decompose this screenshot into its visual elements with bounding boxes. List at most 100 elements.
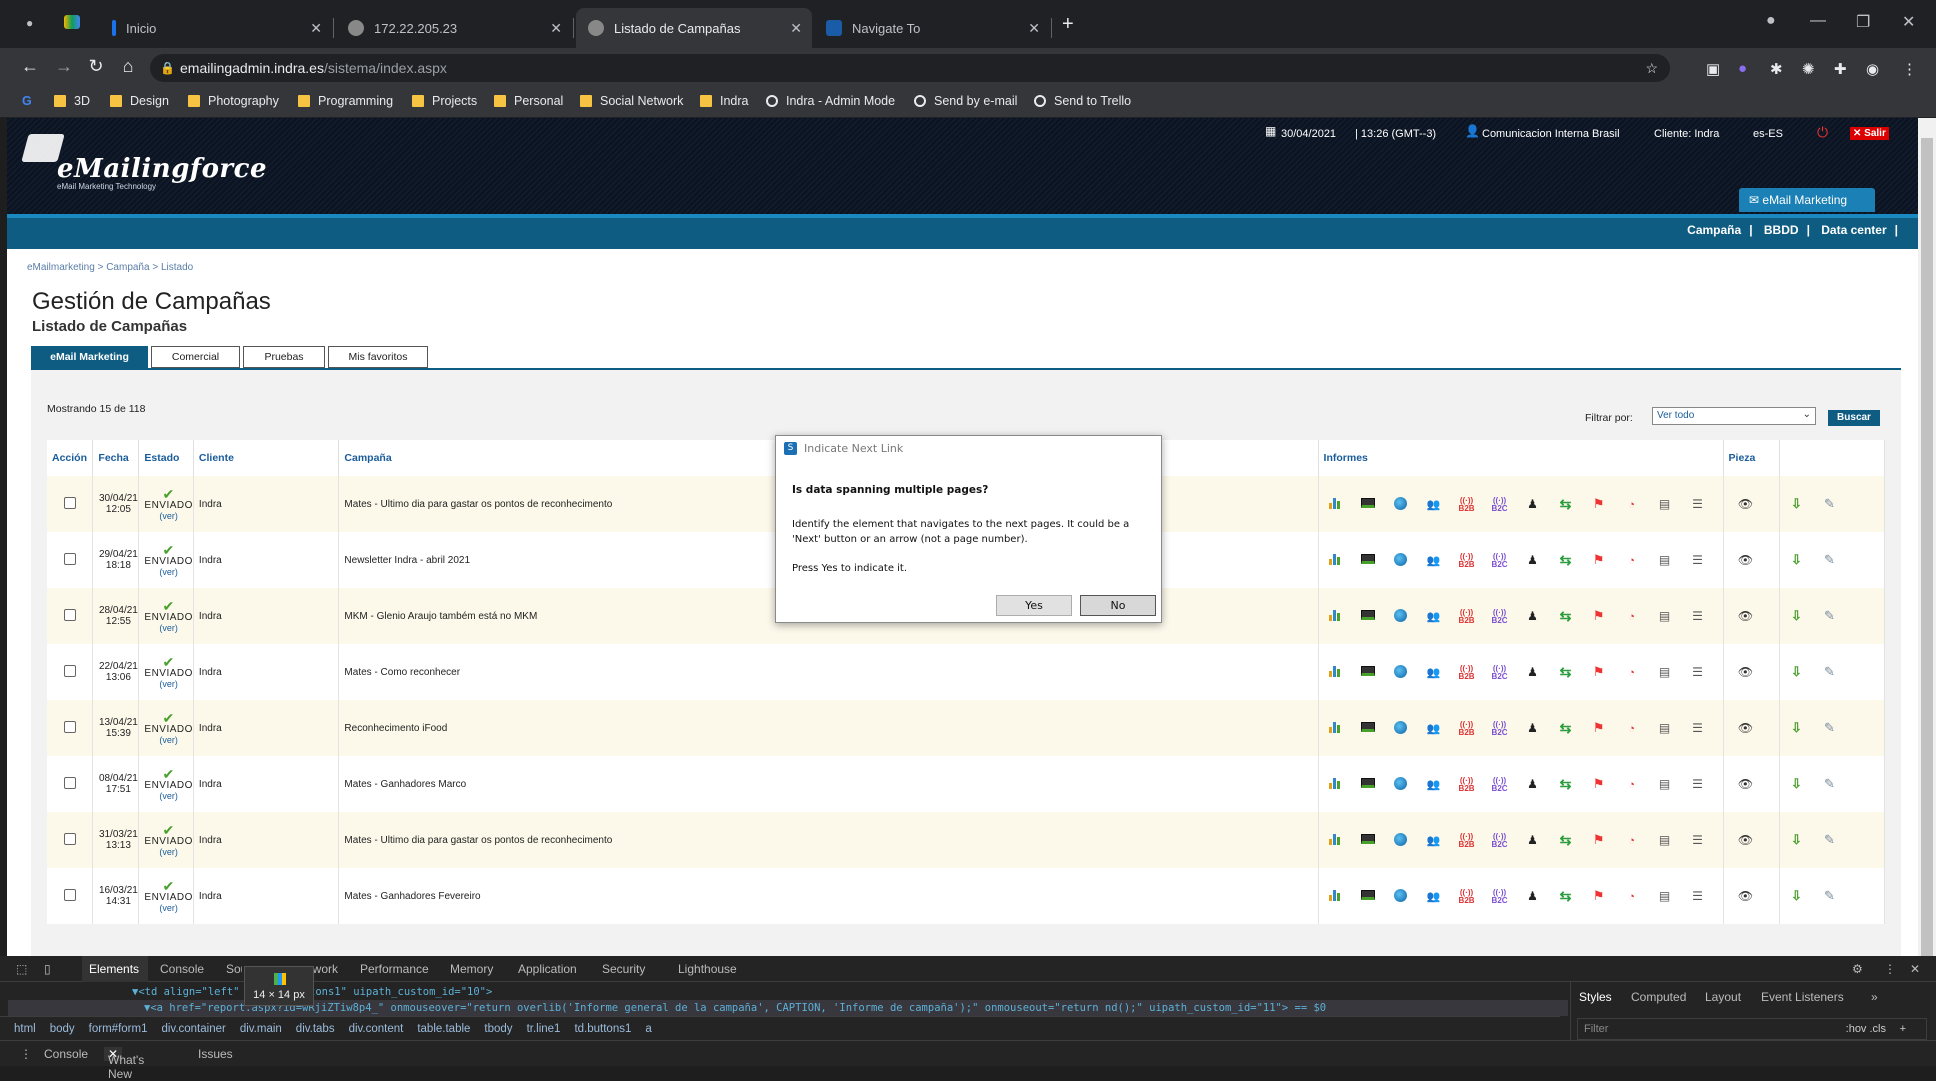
inspect-icon[interactable]: ⬚ xyxy=(16,962,27,976)
eye-icon[interactable]: 👁 xyxy=(1738,833,1754,847)
b2c-icon[interactable]: ((·)) B2C xyxy=(1492,665,1508,681)
tab-search-icon[interactable]: ● xyxy=(26,16,33,30)
drawer-tab-console[interactable]: Console xyxy=(44,1047,88,1061)
edit-icon[interactable]: ✎ xyxy=(1821,553,1837,567)
flag-icon[interactable]: ⚑ xyxy=(1591,497,1607,511)
dom-path-item[interactable]: tbody xyxy=(484,1023,512,1035)
styles-tab[interactable]: Styles xyxy=(1579,990,1612,1004)
dom-path-item[interactable]: table.table xyxy=(417,1023,470,1035)
drawer-tab-whats-new[interactable]: What's New ✕ xyxy=(104,1047,144,1081)
row-checkbox[interactable] xyxy=(64,608,76,621)
edit-icon[interactable]: ✎ xyxy=(1821,665,1837,679)
gear-icon[interactable]: ⚙ xyxy=(1852,962,1863,976)
flag-icon[interactable]: ⚑ xyxy=(1591,889,1607,903)
person-icon[interactable]: ♟ xyxy=(1525,889,1541,903)
dom-path-item[interactable]: div.content xyxy=(349,1023,404,1035)
styles-filter-input[interactable]: Filter:hov .cls + xyxy=(1577,1018,1927,1040)
computed-tab[interactable]: Computed xyxy=(1631,990,1686,1004)
layout-tab[interactable]: Layout xyxy=(1705,990,1741,1004)
delete-report-icon[interactable]: ▤ xyxy=(1657,609,1673,623)
users-icon[interactable]: 👥 xyxy=(1426,497,1442,511)
b2c-icon[interactable]: ((·)) B2C xyxy=(1492,553,1508,569)
menu-icon[interactable]: ⋮ xyxy=(1902,60,1917,78)
flag-icon[interactable]: ⚑ xyxy=(1591,553,1607,567)
globe-icon[interactable] xyxy=(1393,721,1409,735)
refresh-icon[interactable]: ⇆ xyxy=(1558,889,1574,903)
eye-icon[interactable]: 👁 xyxy=(1738,777,1754,791)
bookmark-folder[interactable]: Programming xyxy=(298,94,393,108)
row-client-link[interactable]: Indra xyxy=(193,700,340,756)
logout-button[interactable]: ✕ Salir xyxy=(1850,127,1889,140)
forward-button[interactable]: → xyxy=(52,56,76,77)
monitor-icon[interactable] xyxy=(1360,553,1376,567)
minimize-button[interactable]: — xyxy=(1810,12,1826,30)
eye-icon[interactable]: 👁 xyxy=(1738,553,1754,567)
b2c-icon[interactable]: ((·)) B2C xyxy=(1492,777,1508,793)
users-icon[interactable]: 👥 xyxy=(1426,665,1442,679)
extension-icon[interactable]: ✺ xyxy=(1802,60,1815,78)
delete-report-icon[interactable]: ▤ xyxy=(1657,721,1673,735)
eye-icon[interactable]: 👁 xyxy=(1738,665,1754,679)
edit-icon[interactable]: ✎ xyxy=(1821,833,1837,847)
filter-tools[interactable]: :hov .cls xyxy=(1846,1019,1886,1039)
globe-icon[interactable] xyxy=(1393,833,1409,847)
extension-icon[interactable]: ● xyxy=(1738,60,1747,77)
flag-icon[interactable]: ⚑ xyxy=(1591,665,1607,679)
bar-chart-icon[interactable] xyxy=(1327,497,1343,511)
b2b-icon[interactable]: ((·)) B2B xyxy=(1459,665,1475,681)
list-icon[interactable]: ☰ xyxy=(1690,497,1706,511)
delete-report-icon[interactable]: ▤ xyxy=(1657,497,1673,511)
eye-icon[interactable]: 👁 xyxy=(1738,497,1754,511)
refresh-icon[interactable]: ⇆ xyxy=(1558,721,1574,735)
status-view-link[interactable]: (ver) xyxy=(144,511,193,521)
b2b-icon[interactable]: ((·)) B2B xyxy=(1459,497,1475,513)
home-button[interactable]: ⌂ xyxy=(116,56,140,77)
bookmark-folder[interactable]: Social Network xyxy=(580,94,683,108)
bookmark-folder[interactable]: Personal xyxy=(494,94,563,108)
globe-icon[interactable] xyxy=(1393,665,1409,679)
delete-report-icon[interactable]: ▤ xyxy=(1657,553,1673,567)
bar-chart-icon[interactable] xyxy=(1327,777,1343,791)
header-locale[interactable]: es-ES xyxy=(1753,128,1783,140)
close-icon[interactable]: ✕ xyxy=(550,20,562,37)
bar-chart-icon[interactable] xyxy=(1327,833,1343,847)
b2c-icon[interactable]: ((·)) B2C xyxy=(1492,497,1508,513)
dom-path-item[interactable]: td.buttons1 xyxy=(574,1023,631,1035)
device-toolbar-icon[interactable]: ▯ xyxy=(44,962,51,976)
list-icon[interactable]: ☰ xyxy=(1690,609,1706,623)
dom-tree[interactable]: ▼<td align="left" class="buttons1" uipat… xyxy=(8,984,1568,1016)
dom-path-item[interactable]: a xyxy=(645,1023,651,1035)
puzzle-icon[interactable]: ✚ xyxy=(1834,60,1847,78)
b2b-icon[interactable]: ((·)) B2B xyxy=(1459,889,1475,905)
back-button[interactable]: ← xyxy=(18,56,42,77)
bookmark-folder[interactable]: Indra xyxy=(700,94,749,108)
signal-icon[interactable]: ◔ xyxy=(1624,497,1640,511)
edit-icon[interactable]: ✎ xyxy=(1821,497,1837,511)
person-icon[interactable]: ♟ xyxy=(1525,833,1541,847)
scrollbar-thumb[interactable] xyxy=(1921,138,1933,958)
emailingforce-logo[interactable]: eMailingforce eMail Marketing Technology xyxy=(21,134,267,191)
bar-chart-icon[interactable] xyxy=(1327,665,1343,679)
refresh-icon[interactable]: ⇆ xyxy=(1558,665,1574,679)
person-icon[interactable]: ♟ xyxy=(1525,553,1541,567)
bar-chart-icon[interactable] xyxy=(1327,609,1343,623)
close-icon[interactable]: ✕ xyxy=(1028,20,1040,37)
row-checkbox[interactable] xyxy=(64,888,76,901)
b2c-icon[interactable]: ((·)) B2C xyxy=(1492,833,1508,849)
download-icon[interactable]: ⇩ xyxy=(1788,721,1804,735)
person-icon[interactable]: ♟ xyxy=(1525,721,1541,735)
browser-tab-inicio[interactable]: Inicio ✕ xyxy=(100,8,332,48)
dom-path-item[interactable]: div.main xyxy=(240,1023,282,1035)
download-icon[interactable]: ⇩ xyxy=(1788,665,1804,679)
delete-report-icon[interactable]: ▤ xyxy=(1657,889,1673,903)
devtools-tab-performance[interactable]: Performance xyxy=(360,962,429,976)
google-icon[interactable]: G xyxy=(22,94,32,108)
status-view-link[interactable]: (ver) xyxy=(144,847,193,857)
browser-tab-navigate[interactable]: Navigate To ✕ xyxy=(814,8,1050,48)
download-icon[interactable]: ⇩ xyxy=(1788,889,1804,903)
devtools-tab-lighthouse[interactable]: Lighthouse xyxy=(678,962,737,976)
profile-dropdown-icon[interactable]: ● xyxy=(1766,12,1776,30)
flag-icon[interactable]: ⚑ xyxy=(1591,777,1607,791)
list-icon[interactable]: ☰ xyxy=(1690,889,1706,903)
download-icon[interactable]: ⇩ xyxy=(1788,553,1804,567)
